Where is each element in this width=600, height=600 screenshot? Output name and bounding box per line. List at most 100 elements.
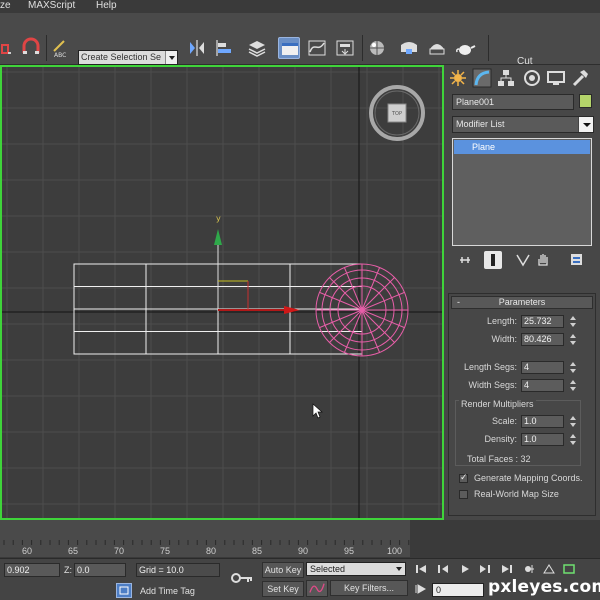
scale-label: Scale: (491, 416, 517, 426)
viewport-canvas: y TOP (2, 67, 442, 518)
layers-icon[interactable] (246, 37, 268, 59)
time-tag-lock-icon[interactable] (116, 583, 132, 598)
length-segs-spinner[interactable] (568, 361, 577, 374)
mirror-icon[interactable] (186, 37, 208, 59)
play-icon[interactable] (458, 563, 472, 575)
menu-item-partial[interactable]: ze (0, 0, 11, 12)
current-frame-field[interactable]: 0 (432, 583, 484, 597)
length-label: Length: (486, 316, 517, 326)
tick-label: 75 (160, 546, 171, 556)
scale-spinner[interactable] (568, 415, 577, 428)
width-segs-spinner[interactable] (568, 379, 577, 392)
density-label: Density: (484, 434, 517, 444)
width-segs-input[interactable]: 4 (521, 379, 564, 392)
material-editor-icon[interactable] (366, 37, 388, 59)
hierarchy-tab-icon[interactable] (496, 68, 516, 88)
pin-stack-icon[interactable] (456, 251, 474, 269)
zoom-extents-icon[interactable] (522, 563, 536, 575)
generate-mapping-checkbox[interactable] (459, 472, 468, 483)
density-spinner[interactable] (568, 433, 577, 446)
modifier-stack[interactable]: Plane (452, 138, 592, 246)
snap-icon[interactable] (0, 37, 22, 59)
key-mode-value: Selected (310, 564, 346, 574)
modifier-list-label: Modifier List (456, 119, 505, 129)
object-name-field[interactable]: Plane001 (452, 94, 574, 110)
chevron-down-icon[interactable] (578, 117, 593, 132)
go-to-end-icon[interactable] (500, 563, 514, 575)
key-tangent-icon[interactable] (306, 580, 328, 597)
stack-item-plane[interactable]: Plane (454, 140, 590, 154)
key-mode-dropdown[interactable]: Selected (306, 562, 406, 576)
previous-frame-icon[interactable] (436, 563, 450, 575)
real-world-map-checkbox[interactable] (459, 490, 468, 499)
viewcube: TOP (369, 85, 425, 141)
modifier-list-dropdown[interactable]: Modifier List (452, 116, 594, 133)
set-key-button[interactable]: Set Key (262, 581, 304, 597)
motion-tab-icon[interactable] (522, 68, 542, 88)
svg-text:ABC: ABC (54, 52, 66, 59)
make-unique-icon[interactable] (514, 251, 532, 269)
z-coordinate-field[interactable]: 0.0 (74, 563, 126, 577)
length-segs-input[interactable]: 4 (521, 361, 564, 374)
key-icon[interactable] (229, 568, 255, 588)
chevron-down-icon[interactable] (165, 51, 177, 64)
display-tab-icon[interactable] (546, 68, 566, 88)
maximize-viewport-icon[interactable] (562, 563, 576, 575)
length-input[interactable]: 25.732 (521, 315, 564, 328)
configure-sets-icon[interactable] (568, 251, 586, 269)
length-spinner[interactable] (568, 315, 577, 328)
spell-abc-icon[interactable]: ABC (50, 37, 72, 59)
curve-editor-icon[interactable] (306, 37, 328, 59)
add-time-tag-button[interactable]: Add Time Tag (140, 586, 195, 596)
watermark-text: pxleyes.com (488, 577, 600, 597)
tick-label: 95 (344, 546, 355, 556)
create-tab-icon[interactable] (448, 68, 468, 88)
menu-item-maxscript[interactable]: MAXScript (28, 0, 75, 12)
width-spinner[interactable] (568, 333, 577, 346)
collapse-icon: - (457, 297, 460, 307)
viewcube-label: TOP (391, 111, 402, 117)
object-color-swatch[interactable] (579, 94, 592, 108)
y-coordinate-field[interactable]: 0.902 (4, 563, 60, 577)
y-axis-label: y (216, 214, 221, 223)
tick-label: 100 (387, 546, 403, 556)
tick-label: 85 (252, 546, 263, 556)
width-input[interactable]: 80.426 (521, 333, 564, 346)
selection-set-value: Create Selection Se (81, 52, 162, 62)
grid-readout: Grid = 10.0 (136, 563, 220, 577)
parameters-title: Parameters (498, 297, 546, 307)
density-input[interactable]: 1.0 (521, 433, 564, 446)
z-label: Z: (64, 565, 72, 575)
selected-object-wireframe (315, 263, 409, 357)
render-frame-icon[interactable] (426, 37, 448, 59)
key-mode-toggle-icon[interactable] (414, 583, 428, 595)
render-multipliers-label: Render Multipliers (459, 399, 536, 409)
width-label: Width: (491, 334, 517, 344)
render-setup-icon[interactable] (398, 37, 420, 59)
render-teapot-icon[interactable] (454, 37, 476, 59)
chevron-down-icon[interactable] (393, 563, 405, 575)
top-viewport[interactable]: y TOP (0, 65, 444, 520)
show-end-result-icon[interactable] (484, 251, 502, 269)
magnet-icon[interactable] (20, 37, 42, 59)
width-segs-label: Width Segs: (468, 380, 517, 390)
scene-explorer-icon[interactable] (278, 37, 300, 59)
parameters-header[interactable]: - Parameters (451, 296, 593, 309)
schematic-icon[interactable] (334, 37, 356, 59)
auto-key-button[interactable]: Auto Key (262, 562, 304, 578)
remove-modifier-icon[interactable] (534, 251, 552, 269)
modify-tab-icon[interactable] (472, 68, 492, 88)
utilities-tab-icon[interactable] (570, 68, 590, 88)
scale-input[interactable]: 1.0 (521, 415, 564, 428)
main-toolbar: ABC Create Selection Se Cut (0, 13, 600, 67)
go-to-start-icon[interactable] (414, 563, 428, 575)
field-of-view-icon[interactable] (542, 563, 556, 575)
mouse-cursor-icon (312, 403, 323, 419)
align-icon[interactable] (214, 37, 236, 59)
next-frame-icon[interactable] (478, 563, 492, 575)
key-filters-button[interactable]: Key Filters... (330, 580, 408, 596)
real-world-map-label: Real-World Map Size (474, 489, 559, 499)
selection-set-dropdown[interactable]: Create Selection Se (78, 50, 178, 65)
menu-item-help[interactable]: Help (96, 0, 117, 12)
tick-label: 65 (68, 546, 79, 556)
